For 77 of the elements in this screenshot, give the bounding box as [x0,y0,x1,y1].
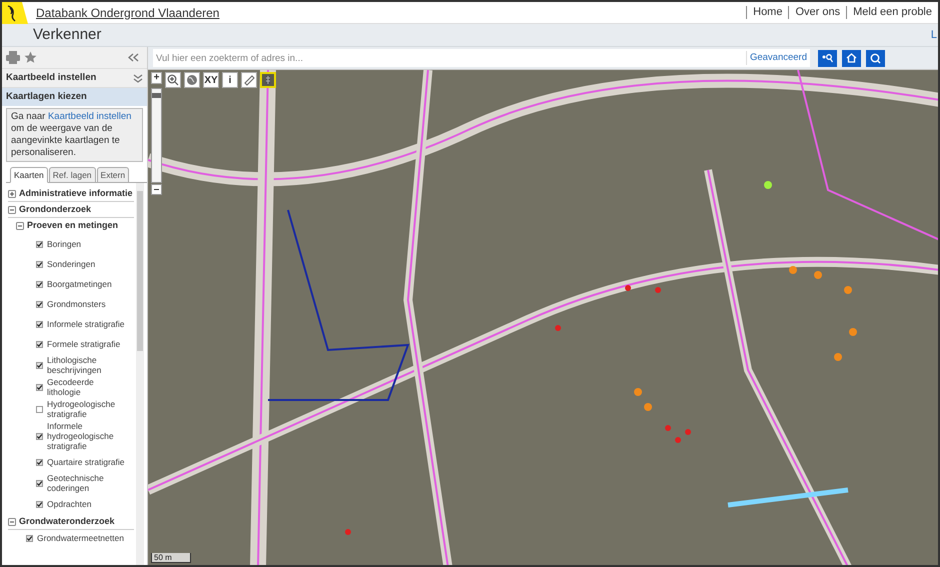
zoom-out-button[interactable] [151,184,162,195]
scale-bar: 50 m [151,553,191,563]
globe-icon [186,74,198,86]
site-title-link[interactable]: Databank Ondergrond Vlaanderen [36,4,220,22]
layer-group-label[interactable]: Administratieve informatie [19,186,133,200]
checkbox[interactable] [36,500,43,508]
ruler-icon [243,74,255,86]
zoom-in-icon [167,74,179,86]
checkbox[interactable] [26,534,33,542]
map-tool-button[interactable]: + [151,72,162,84]
tab[interactable]: Extern [96,167,130,183]
layer-label[interactable]: Grondwatermeetnetten [37,533,124,543]
pin-search-icon [822,54,833,62]
layer-label[interactable]: Hydrogeologische stratigrafie [47,399,127,419]
checkbox[interactable] [36,320,43,328]
layer-label[interactable]: Opdrachten [47,499,127,509]
checkbox[interactable] [36,240,43,248]
minus-box-icon[interactable] [8,518,16,526]
map-tool-button[interactable] [184,72,200,88]
layer-label[interactable]: Informele hydrogeologische stratigrafie [47,421,127,451]
map-tool-button[interactable] [260,72,276,88]
layer-group-label[interactable]: Grondwateronderzoek [19,514,115,528]
lion-logo-icon [2,2,28,24]
checkbox[interactable] [36,300,43,308]
checkbox[interactable] [36,480,43,486]
minus-box-icon[interactable] [8,206,16,214]
map-tool-button[interactable]: XY [203,72,219,88]
checkbox[interactable] [36,432,43,440]
layer-group-label[interactable]: Proeven en metingen [27,219,118,233]
locate-search-button[interactable] [818,50,837,66]
panel-section[interactable]: Kaartlagen kiezen [2,87,147,106]
search-icon [870,52,881,64]
settings-link[interactable]: Kaartbeeld instellen [48,111,132,122]
checkbox[interactable] [36,458,43,466]
scrollbar-thumb[interactable] [137,191,143,351]
layer-label[interactable]: Formele stratigrafie [47,339,127,349]
checkbox[interactable] [36,260,43,268]
collapse-icon[interactable] [128,53,139,62]
advanced-search-link[interactable]: Geavanceerd [746,50,810,66]
header-link[interactable]: Meld een proble [846,6,938,19]
layer-label[interactable]: Geotechnische coderingen [47,473,127,493]
header-link[interactable]: L [930,26,937,44]
tab[interactable]: Ref. lagen [48,167,96,183]
zoom-slider-thumb[interactable] [152,93,161,98]
layer-label[interactable]: Boringen [47,239,127,249]
star-icon[interactable] [24,51,37,64]
header-link[interactable]: Home [746,6,788,19]
checkbox[interactable] [36,340,43,348]
page-title: Verkenner [33,24,102,45]
tab[interactable]: Kaarten [10,167,48,183]
home-search-button[interactable] [842,50,861,66]
layer-label[interactable]: Lithologische beschrijvingen [47,355,127,375]
checkbox[interactable] [36,280,43,288]
header-link[interactable]: Over ons [788,6,846,19]
layer-label[interactable]: Sonderingen [47,259,127,269]
map-tool-button[interactable] [165,72,181,88]
plus-box-icon[interactable] [8,190,16,198]
layer-label[interactable]: Boorgatmetingen [47,279,127,289]
minus-icon [154,189,159,190]
minus-box-icon[interactable] [16,222,24,230]
house-icon [846,53,857,63]
checkbox[interactable] [36,362,43,368]
map-search-button[interactable] [866,50,885,66]
checkbox[interactable] [36,406,43,412]
expand-icon [133,74,143,82]
layer-label[interactable]: Grondmonsters [47,299,127,309]
zoom-slider[interactable] [151,88,162,183]
layer-label[interactable]: Gecodeerde lithologie [47,377,127,397]
map-tool-button[interactable]: i [222,72,238,88]
checkbox[interactable] [36,384,43,390]
layers-icon [264,74,272,86]
layer-label[interactable]: Quartaire stratigrafie [47,457,127,467]
layer-group-label[interactable]: Grondonderzoek [19,202,92,216]
map-tool-button[interactable] [241,72,257,88]
search-field[interactable]: Vul hier een zoekterm of adres in... Geavanceerd [153,49,810,67]
layer-label[interactable]: Informele stratigrafie [47,319,127,329]
info-text: Ga naar Kaartbeeld instellen om de weergave van de aangevinkte kaartlagen te personaliseren. [6,108,143,162]
